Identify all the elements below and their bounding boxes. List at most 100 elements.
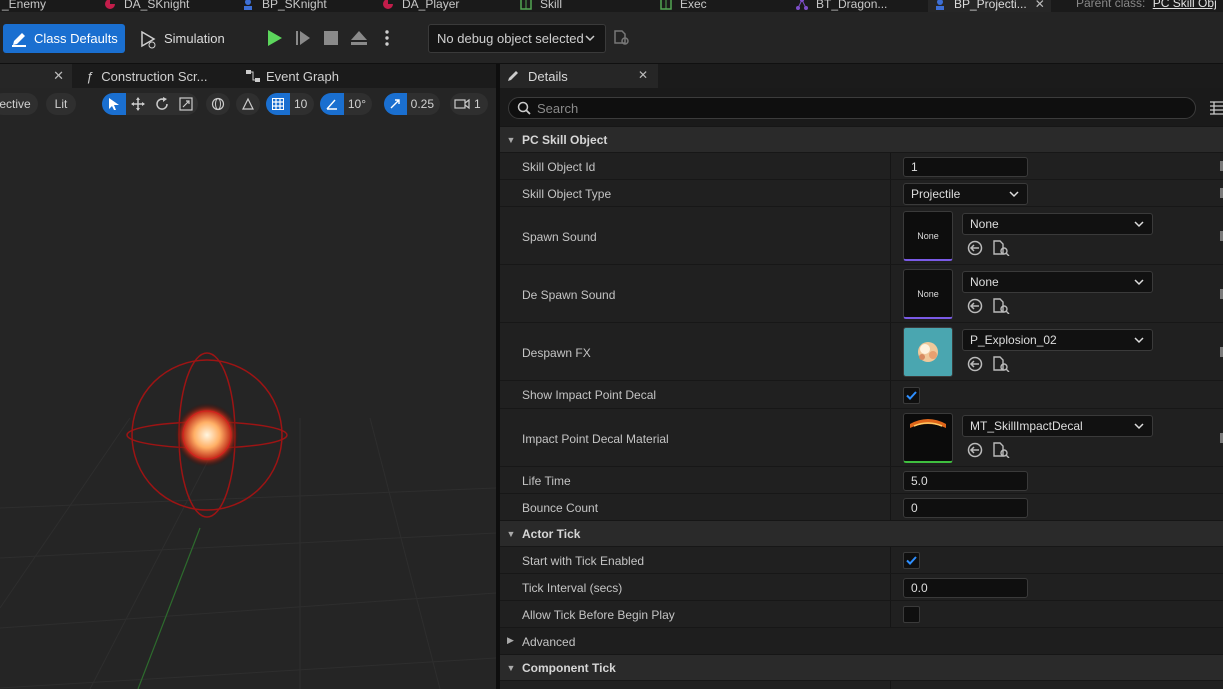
construction-script-label: Construction Scr...	[101, 68, 208, 84]
step-icon[interactable]	[293, 28, 313, 48]
rotation-snap-group[interactable]: 10°	[320, 93, 372, 115]
life-time-input[interactable]: 5.0	[903, 471, 1028, 491]
translate-tool[interactable]	[126, 93, 150, 115]
tab-da-sknight[interactable]: DA_SKnight	[104, 0, 189, 12]
use-selected-icon[interactable]	[966, 240, 984, 256]
use-selected-icon[interactable]	[966, 298, 984, 314]
data-asset-icon	[105, 0, 115, 9]
more-options-icon[interactable]	[377, 28, 397, 48]
close-icon[interactable]: ✕	[53, 68, 64, 84]
function-icon: ƒ	[86, 68, 94, 84]
stop-icon[interactable]	[321, 28, 341, 48]
tab-bp-projectile[interactable]: BP_Projecti... ✕	[928, 0, 1051, 12]
rotate-tool[interactable]	[150, 93, 174, 115]
grid-snap-toggle[interactable]	[266, 93, 290, 115]
prop-label: Spawn Sound	[522, 230, 597, 244]
despawn-sound-select[interactable]: None	[962, 271, 1153, 293]
rotation-snap-toggle[interactable]	[320, 93, 344, 115]
tab-construction-script[interactable]: ƒ Construction Scr...	[86, 64, 207, 88]
decal-material-thumbnail[interactable]	[903, 413, 953, 463]
scale-snap-group[interactable]: 0.25	[384, 93, 440, 115]
spawn-sound-select[interactable]: None	[962, 213, 1153, 235]
data-table-icon	[520, 0, 532, 10]
browse-asset-icon[interactable]	[992, 442, 1010, 458]
decal-material-select[interactable]: MT_SkillImpactDecal	[962, 415, 1153, 437]
viewport[interactable]: ective Lit 10 10° 0.25 1	[0, 88, 496, 689]
prop-start-tick-enabled: Start with Tick Enabled	[500, 546, 1223, 573]
despawn-fx-select[interactable]: P_Explosion_02	[962, 329, 1153, 351]
skill-object-id-input[interactable]: 1	[903, 157, 1028, 177]
start-tick-checkbox[interactable]	[903, 552, 920, 569]
eject-icon[interactable]	[349, 28, 369, 48]
bounce-count-input[interactable]: 0	[903, 498, 1028, 518]
tab-da-player[interactable]: DA_Player	[382, 0, 459, 12]
tab-skill[interactable]: Skill	[520, 0, 562, 12]
select-tool[interactable]	[102, 93, 126, 115]
tab-viewport[interactable]: ✕	[0, 64, 72, 88]
advanced-section[interactable]: ▶ Advanced	[500, 627, 1223, 654]
surface-snap-icon	[242, 97, 254, 110]
parent-class-label: Parent class:	[1076, 0, 1146, 10]
simulation-button[interactable]: Simulation	[138, 24, 225, 53]
scale-snap-toggle[interactable]	[384, 93, 407, 115]
surface-snap-button[interactable]	[236, 93, 260, 115]
details-search[interactable]	[508, 97, 1196, 119]
debug-object-select[interactable]: No debug object selected	[428, 24, 606, 53]
prop-label: Bounce Count	[522, 501, 599, 515]
tick-interval-input[interactable]: 0.0	[903, 578, 1028, 598]
debug-find-icon[interactable]	[612, 28, 632, 48]
camera-speed-group[interactable]: 1	[450, 93, 488, 115]
tab-label: BP_Projecti...	[954, 0, 1027, 11]
perspective-button[interactable]: ective	[0, 93, 38, 115]
play-icon[interactable]	[264, 28, 284, 48]
camera-speed-value[interactable]: 1	[470, 97, 487, 111]
tab-event-graph[interactable]: Event Graph	[246, 64, 339, 88]
rotation-snap-value[interactable]: 10°	[344, 97, 372, 111]
world-local-button[interactable]	[206, 93, 230, 115]
browse-asset-icon[interactable]	[992, 240, 1010, 256]
use-selected-icon[interactable]	[966, 356, 984, 372]
grid-snap-group[interactable]: 10	[266, 93, 314, 115]
tab-exec[interactable]: Exec	[660, 0, 707, 12]
scale-tool[interactable]	[174, 93, 198, 115]
class-defaults-button[interactable]: Class Defaults	[3, 24, 125, 53]
close-icon[interactable]: ✕	[1035, 0, 1045, 11]
despawn-fx-thumbnail[interactable]	[903, 327, 953, 377]
category-label: PC Skill Object	[522, 132, 608, 147]
spawn-sound-thumbnail[interactable]: None	[903, 211, 953, 261]
document-tab-strip: _Enemy DA_SKnight BP_SKnight DA_Player S…	[0, 0, 1223, 12]
parent-class-link[interactable]: PC Skill Obj	[1153, 0, 1217, 10]
prop-impact-decal-material: Impact Point Decal Material MT_SkillImpa…	[500, 408, 1223, 466]
category-label: Component Tick	[522, 660, 616, 675]
property-matrix-icon[interactable]	[1210, 101, 1223, 115]
select-value: MT_SkillImpactDecal	[970, 419, 1083, 433]
category-pc-skill-object[interactable]: ▼ PC Skill Object	[500, 126, 1223, 152]
allow-tick-checkbox[interactable]	[903, 606, 920, 623]
details-tab-label: Details	[528, 68, 568, 84]
prop-despawn-fx: Despawn FX P_Explosion_02	[500, 322, 1223, 380]
scale-snap-value[interactable]: 0.25	[407, 97, 440, 111]
use-selected-icon[interactable]	[966, 442, 984, 458]
projectile-sphere[interactable]	[112, 340, 312, 540]
browse-asset-icon[interactable]	[992, 298, 1010, 314]
chevron-down-icon	[1009, 191, 1019, 198]
camera-icon	[454, 98, 470, 110]
prop-label: Allow Tick Before Begin Play	[522, 608, 675, 622]
lit-button[interactable]: Lit	[46, 93, 76, 115]
grid-snap-value[interactable]: 10	[290, 97, 313, 111]
category-actor-tick[interactable]: ▼ Actor Tick	[500, 520, 1223, 546]
skill-object-type-select[interactable]: Projectile	[903, 183, 1028, 205]
checkmark-icon	[906, 391, 917, 400]
tab-enemy[interactable]: _Enemy	[2, 0, 46, 12]
show-impact-decal-checkbox[interactable]	[903, 387, 920, 404]
close-icon[interactable]: ✕	[638, 68, 648, 82]
tab-bt-dragon[interactable]: BT_Dragon...	[796, 0, 887, 12]
category-component-tick[interactable]: ▼ Component Tick	[500, 654, 1223, 680]
advanced-label: Advanced	[522, 635, 576, 649]
browse-asset-icon[interactable]	[992, 356, 1010, 372]
despawn-sound-thumbnail[interactable]: None	[903, 269, 953, 319]
tab-bp-sknight[interactable]: BP_SKnight	[242, 0, 327, 12]
chevron-down-icon	[1134, 423, 1144, 430]
tab-details[interactable]: Details ✕	[500, 64, 658, 88]
search-input[interactable]	[537, 100, 1137, 116]
